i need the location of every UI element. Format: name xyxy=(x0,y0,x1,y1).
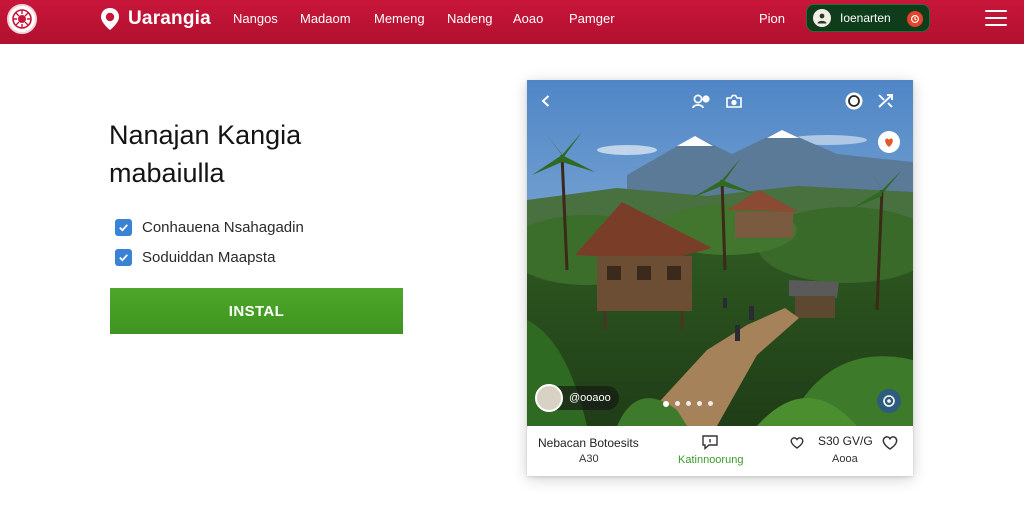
author-chip[interactable]: @ooaoo xyxy=(535,384,619,412)
nav-item-1[interactable]: Nangos xyxy=(233,11,278,26)
nav-item-6[interactable]: Pamger xyxy=(569,11,615,26)
install-button[interactable]: INSTAL xyxy=(110,288,403,334)
option-label-1: Conhauena Nsahagadin xyxy=(142,219,304,236)
headline-line-2: mabaiulla xyxy=(109,158,225,188)
camera-icon[interactable] xyxy=(724,92,744,110)
carousel-dots[interactable] xyxy=(663,400,713,407)
nav-price-link[interactable]: Pion xyxy=(759,11,785,26)
heart-icon[interactable] xyxy=(881,434,899,450)
comment-icon[interactable] xyxy=(701,434,719,450)
user-avatar-icon xyxy=(813,9,831,27)
top-navigation-bar: Uarangia Nangos Madaom Memeng Nadeng Aoa… xyxy=(0,0,1024,44)
location-pin-icon xyxy=(101,8,119,30)
user-account-button[interactable]: Ioenarten xyxy=(806,4,930,32)
shuffle-icon[interactable] xyxy=(876,91,898,111)
preview-card: @ooaoo Nebacan Botoesits A30 Katinnoorun… xyxy=(527,80,913,476)
footer-title: Nebacan Botoesits xyxy=(538,436,639,450)
option-checkbox-1[interactable]: Conhauena Nsahagadin xyxy=(115,219,304,236)
headline-line-1: Nanajan Kangia xyxy=(109,120,302,150)
card-footer: Nebacan Botoesits A30 Katinnoorung S30 G… xyxy=(527,426,913,476)
checkmark-icon[interactable] xyxy=(115,249,132,266)
nav-item-2[interactable]: Madaom xyxy=(300,11,351,26)
hamburger-menu-icon[interactable] xyxy=(985,10,1007,28)
page-headline: Nanajan Kangia mabaiulla xyxy=(109,116,449,192)
back-chevron-icon[interactable] xyxy=(537,92,555,110)
footer-subtitle-2: Aooa xyxy=(832,453,858,465)
nav-item-3[interactable]: Memeng xyxy=(374,11,425,26)
nav-item-5[interactable]: Aoao xyxy=(513,11,543,26)
emblem-logo-icon[interactable] xyxy=(7,4,37,34)
footer-link[interactable]: Katinnoorung xyxy=(678,454,743,466)
user-name: Ioenarten xyxy=(840,11,891,25)
brand-name: Uarangia xyxy=(128,8,211,29)
like-icon[interactable] xyxy=(789,434,805,450)
village-photo[interactable]: @ooaoo xyxy=(527,80,913,426)
record-circle-icon[interactable] xyxy=(844,91,864,111)
author-avatar xyxy=(535,384,563,412)
village-landscape-image xyxy=(527,80,913,426)
checkmark-icon[interactable] xyxy=(115,219,132,236)
people-icon[interactable] xyxy=(690,92,714,110)
footer-count: S30 GV/G xyxy=(818,434,873,448)
brand[interactable]: Uarangia xyxy=(98,6,211,32)
location-target-icon[interactable] xyxy=(876,388,902,414)
nav-item-4[interactable]: Nadeng xyxy=(447,11,493,26)
notification-badge-icon[interactable] xyxy=(907,11,923,27)
heart-bubble-icon[interactable] xyxy=(877,130,901,154)
author-chip-label: @ooaoo xyxy=(569,392,611,404)
option-label-2: Soduiddan Maapsta xyxy=(142,249,276,266)
option-checkbox-2[interactable]: Soduiddan Maapsta xyxy=(115,249,275,266)
footer-subtitle: A30 xyxy=(579,453,599,465)
